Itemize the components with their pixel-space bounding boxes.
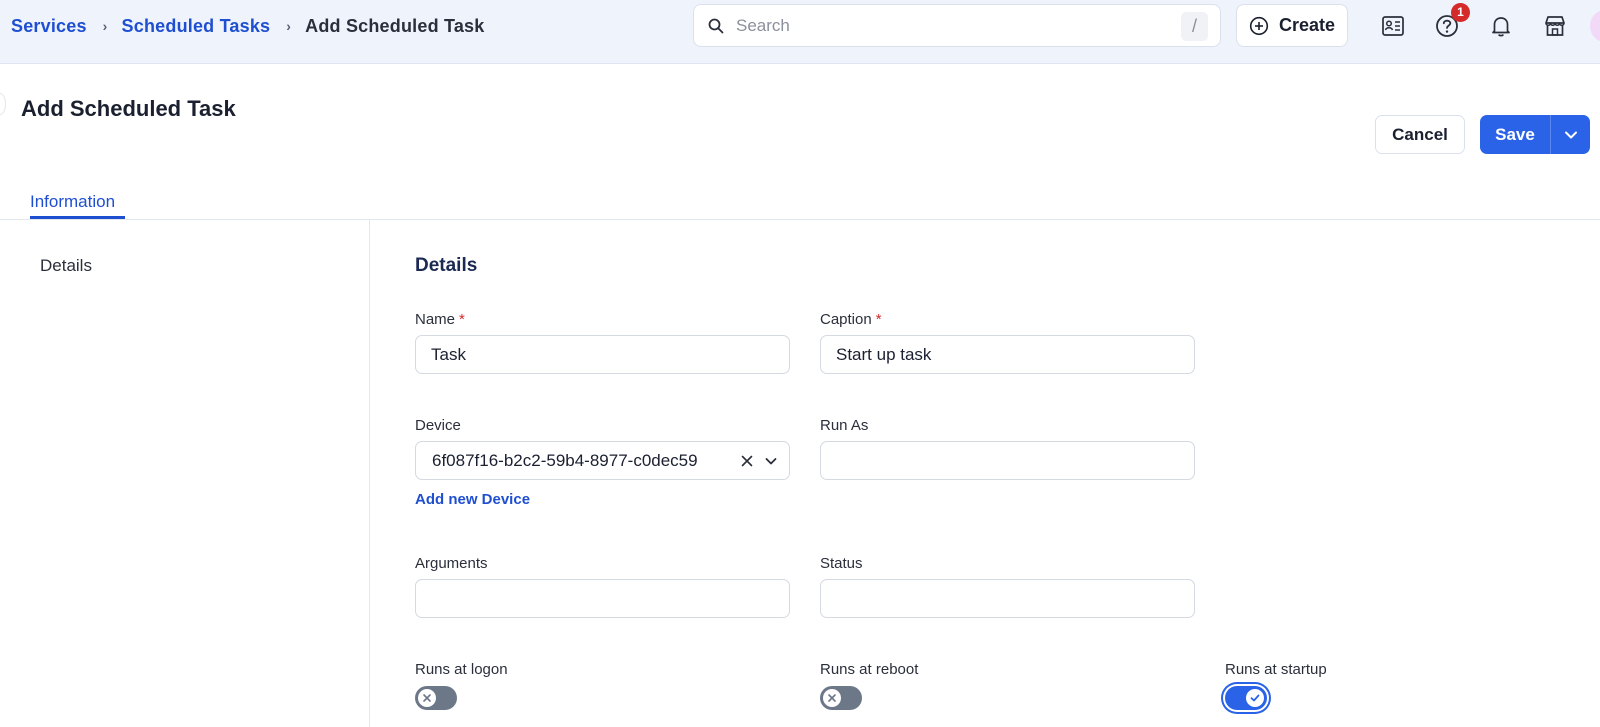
breadcrumb-separator: ›: [102, 18, 108, 34]
search-box[interactable]: /: [693, 4, 1221, 47]
runs-at-logon-toggle[interactable]: [415, 686, 457, 710]
runs-at-reboot-label: Runs at reboot: [820, 661, 919, 678]
avatar[interactable]: [1590, 10, 1600, 42]
contact-list-icon[interactable]: [1378, 11, 1408, 41]
clear-icon[interactable]: [736, 450, 758, 472]
required-mark: *: [875, 311, 882, 328]
name-field[interactable]: [415, 335, 790, 374]
chevron-down-icon[interactable]: [760, 450, 782, 472]
tab-information[interactable]: Information: [30, 192, 115, 212]
create-button[interactable]: Create: [1236, 4, 1348, 47]
runs-at-startup-toggle[interactable]: [1225, 686, 1267, 710]
required-mark: *: [459, 311, 465, 328]
breadcrumb-current: Add Scheduled Task: [305, 15, 485, 36]
arguments-field[interactable]: [415, 579, 790, 618]
toggle-knob: [1246, 689, 1264, 707]
runs-at-startup-label: Runs at startup: [1225, 661, 1327, 678]
top-bar: Services › Scheduled Tasks › Add Schedul…: [0, 0, 1600, 64]
page-title: Add Scheduled Task: [21, 96, 236, 121]
run-as-field[interactable]: [820, 441, 1195, 480]
save-button[interactable]: Save: [1480, 115, 1550, 154]
sidebar-collapse-handle[interactable]: [0, 93, 6, 115]
caption-field[interactable]: [820, 335, 1195, 374]
breadcrumb-services[interactable]: Services: [11, 16, 87, 37]
breadcrumb-scheduled-tasks[interactable]: Scheduled Tasks: [122, 16, 271, 37]
search-icon: [708, 18, 724, 34]
breadcrumb: Services › Scheduled Tasks › Add Schedul…: [11, 14, 484, 38]
bell-icon[interactable]: [1486, 11, 1516, 41]
device-select-value: 6f087f16-b2c2-59b4-8977-c0dec59: [432, 450, 698, 470]
close-icon: [423, 694, 431, 702]
sidebar-divider: [369, 220, 370, 727]
status-label: Status: [820, 555, 863, 572]
device-select[interactable]: 6f087f16-b2c2-59b4-8977-c0dec59: [415, 441, 790, 480]
name-label: Name *: [415, 311, 465, 328]
add-new-device-link[interactable]: Add new Device: [415, 491, 530, 508]
breadcrumb-separator: ›: [286, 18, 292, 34]
search-shortcut-hint: /: [1181, 12, 1208, 41]
search-input[interactable]: [736, 10, 1156, 41]
runs-at-logon-label: Runs at logon: [415, 661, 508, 678]
toggle-knob: [418, 689, 436, 707]
caption-label: Caption *: [820, 311, 882, 328]
check-icon: [1250, 694, 1260, 702]
run-as-label: Run As: [820, 417, 869, 434]
create-button-label: Create: [1278, 15, 1336, 35]
section-title: Details: [415, 255, 478, 276]
cancel-button[interactable]: Cancel: [1375, 115, 1465, 154]
arguments-label: Arguments: [415, 555, 488, 572]
close-icon: [828, 694, 836, 702]
chevron-down-icon[interactable]: [1551, 115, 1590, 154]
runs-at-reboot-toggle[interactable]: [820, 686, 862, 710]
plus-circle-icon: [1249, 16, 1269, 36]
help-notification-badge: 1: [1451, 3, 1470, 22]
sidebar-item-details[interactable]: Details: [40, 256, 92, 276]
device-label: Device: [415, 417, 461, 434]
tab-divider: [0, 219, 1600, 220]
toggle-knob: [823, 689, 841, 707]
save-button-group: Save: [1480, 115, 1590, 154]
store-icon[interactable]: [1540, 11, 1570, 41]
status-field[interactable]: [820, 579, 1195, 618]
